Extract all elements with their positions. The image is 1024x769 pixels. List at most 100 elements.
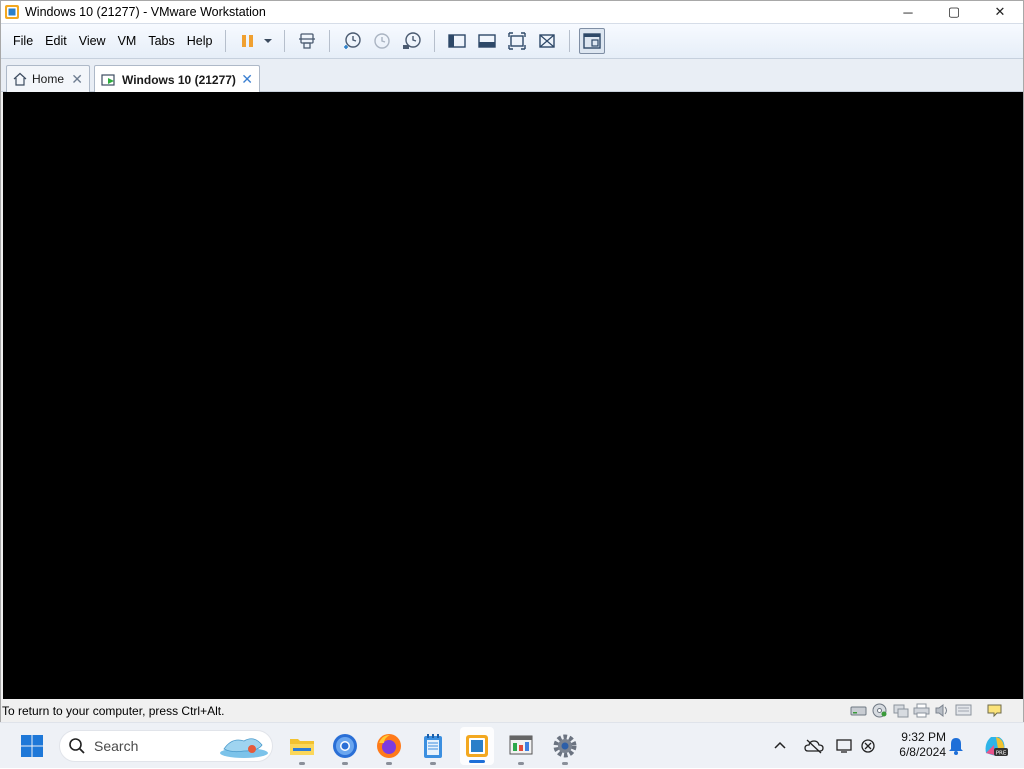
running-indicator xyxy=(430,762,436,765)
vm-console-screen[interactable] xyxy=(3,92,1023,699)
settings-icon xyxy=(553,734,577,758)
taskbar-chrome[interactable] xyxy=(330,731,360,765)
library-icon xyxy=(448,34,467,48)
copilot-badge: PRE xyxy=(996,751,1007,757)
revert-snapshot-button[interactable] xyxy=(369,28,395,54)
thumbnail-bar-button[interactable] xyxy=(474,28,500,54)
dropdown-arrow-icon xyxy=(264,39,273,43)
menu-tabs[interactable]: Tabs xyxy=(142,23,180,59)
network-adapter-icon[interactable] xyxy=(892,703,909,718)
title-bar[interactable]: Windows 10 (21277) - VMware Workstation … xyxy=(1,1,1023,23)
console-view-button[interactable] xyxy=(579,28,606,54)
tab-home[interactable]: Home ✕ xyxy=(6,65,90,92)
send-ctrl-alt-del-icon xyxy=(299,33,316,49)
tab-home-label: Home xyxy=(32,72,65,86)
close-tab-icon[interactable]: ✕ xyxy=(71,71,83,88)
toolbar-separator xyxy=(434,30,436,52)
console-view-icon xyxy=(583,33,602,49)
minimize-icon: ─ xyxy=(903,4,913,20)
full-screen-icon xyxy=(508,32,527,50)
taskbar-settings[interactable] xyxy=(550,731,580,765)
menu-vm[interactable]: VM xyxy=(112,23,143,59)
status-message: To return to your computer, press Ctrl+A… xyxy=(2,704,225,718)
taskbar-clock[interactable]: 9:32 PM 6/8/2024 xyxy=(886,730,946,760)
take-snapshot-button[interactable] xyxy=(339,28,365,54)
menu-view[interactable]: View xyxy=(73,23,112,59)
sound-icon[interactable] xyxy=(934,703,951,718)
toolbar-separator xyxy=(329,30,331,52)
menu-toolbar: File Edit View VM Tabs Help xyxy=(1,23,1023,59)
toolbar-separator xyxy=(569,30,571,52)
maximize-icon: ▢ xyxy=(947,4,961,19)
unity-icon xyxy=(539,34,556,48)
vmware-app-icon xyxy=(5,5,19,19)
cd-dvd-icon[interactable] xyxy=(871,703,888,718)
toolbar-separator xyxy=(225,30,227,52)
tab-windows-10-label: Windows 10 (21277) xyxy=(122,72,236,87)
vm-icon xyxy=(101,73,115,86)
running-indicator xyxy=(342,762,348,765)
file-explorer-icon xyxy=(290,739,314,755)
window-title: Windows 10 (21277) - VMware Workstation xyxy=(25,5,266,19)
notification-bell-icon[interactable] xyxy=(948,737,964,755)
hard-disk-icon[interactable] xyxy=(850,703,867,718)
menu-edit[interactable]: Edit xyxy=(39,23,73,59)
snapshot-manager-button[interactable] xyxy=(399,28,425,54)
close-tab-icon[interactable]: ✕ xyxy=(241,71,253,88)
task-manager-icon xyxy=(509,735,533,755)
pause-icon xyxy=(242,35,254,47)
close-icon: ✕ xyxy=(994,4,1006,19)
minimize-button[interactable]: ─ xyxy=(885,1,931,23)
search-icon xyxy=(69,738,85,754)
taskbar-firefox[interactable] xyxy=(374,731,404,765)
network-disconnected-icon[interactable] xyxy=(860,738,876,754)
taskbar-task-manager[interactable] xyxy=(506,731,536,765)
copilot-icon[interactable]: PRE xyxy=(982,733,1008,759)
chrome-icon xyxy=(333,734,357,758)
tab-windows-10[interactable]: Windows 10 (21277) ✕ xyxy=(94,65,260,93)
clock-time: 9:32 PM xyxy=(901,730,946,744)
show-library-button[interactable] xyxy=(444,28,470,54)
windows-taskbar: Search 9:32 PM 6/8/2024 PRE xyxy=(0,722,1024,768)
show-hidden-icons-icon[interactable] xyxy=(772,738,788,754)
taskbar-search-box[interactable]: Search xyxy=(59,730,273,762)
firefox-icon xyxy=(377,734,401,758)
message-icon[interactable] xyxy=(986,703,1003,718)
vmware-icon xyxy=(466,735,488,757)
taskbar-vmware[interactable] xyxy=(460,727,494,765)
menu-help[interactable]: Help xyxy=(181,23,219,59)
start-windows-icon[interactable] xyxy=(20,734,44,758)
taskbar-file-explorer[interactable] xyxy=(287,731,317,765)
status-bar: To return to your computer, press Ctrl+A… xyxy=(1,700,1023,722)
close-button[interactable]: ✕ xyxy=(977,1,1023,23)
unity-button[interactable] xyxy=(534,28,560,54)
search-highlight-icon[interactable] xyxy=(218,733,270,761)
full-screen-button[interactable] xyxy=(504,28,530,54)
snapshot-revert-icon xyxy=(374,33,391,49)
onedrive-icon[interactable] xyxy=(804,738,824,754)
send-ctrl-alt-del-button[interactable] xyxy=(294,28,320,54)
thumbnail-bar-icon xyxy=(478,34,497,48)
running-indicator xyxy=(518,762,524,765)
power-dropdown-button[interactable] xyxy=(261,28,275,54)
running-indicator xyxy=(299,762,305,765)
notification-area: PRE xyxy=(948,723,1008,769)
pause-button[interactable] xyxy=(235,28,261,54)
search-placeholder: Search xyxy=(94,738,139,754)
notepad-icon xyxy=(424,734,442,758)
taskbar-notepad[interactable] xyxy=(418,731,448,765)
printer-icon[interactable] xyxy=(913,703,930,718)
menu-file[interactable]: File xyxy=(7,23,39,59)
snapshot-manager-icon xyxy=(403,32,422,49)
maximize-button[interactable]: ▢ xyxy=(931,1,977,23)
vmware-window: Windows 10 (21277) - VMware Workstation … xyxy=(0,0,1024,722)
display-icon[interactable] xyxy=(836,738,854,754)
toolbar-separator xyxy=(284,30,286,52)
running-indicator xyxy=(562,762,568,765)
snapshot-take-icon xyxy=(344,32,362,49)
running-indicator xyxy=(386,762,392,765)
tab-strip: Home ✕ Windows 10 (21277) ✕ xyxy=(1,59,1023,93)
display-icon[interactable] xyxy=(955,703,972,718)
active-indicator xyxy=(469,760,485,763)
clock-date: 6/8/2024 xyxy=(899,745,946,759)
